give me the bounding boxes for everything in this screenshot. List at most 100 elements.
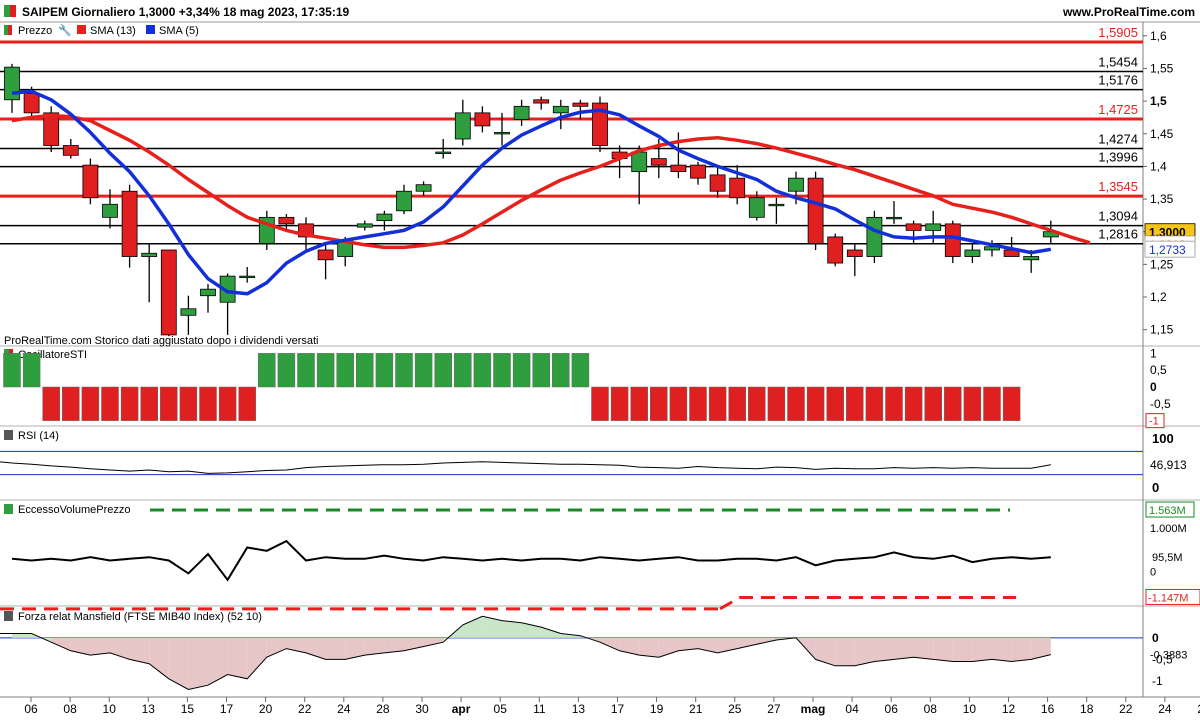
- sti-bar: [238, 386, 256, 421]
- volume-lower-line: [719, 595, 1016, 611]
- price-legend[interactable]: Prezzo 🔧 SMA (13) SMA (5): [4, 23, 199, 37]
- sti-bar: [748, 386, 766, 421]
- mansfield-area: [1031, 637, 1051, 660]
- candle-body: [886, 216, 902, 220]
- candle-body: [631, 151, 648, 173]
- candle-body: [180, 308, 197, 316]
- candle-body: [415, 184, 432, 192]
- x-tick-label: 27: [767, 702, 781, 716]
- sti-bar: [806, 386, 825, 421]
- sti-bar: [552, 353, 570, 388]
- volume-title: EccessoVolumePrezzo: [18, 504, 131, 516]
- sti-bar: [356, 353, 374, 388]
- candle-body: [572, 102, 589, 107]
- mansfield-area: [51, 637, 71, 651]
- sti-y-label: -0,5: [1150, 397, 1171, 411]
- sti-bar: [22, 353, 41, 388]
- candle-body: [690, 164, 706, 179]
- mansfield-area: [462, 616, 483, 638]
- y-tick-label: 1,6: [1150, 29, 1167, 43]
- mansfield-panel: Forza relat Mansfield (FTSE MIB40 Index)…: [0, 611, 1143, 691]
- x-tick-label: 18: [1080, 702, 1094, 716]
- sti-current-label: -1: [1149, 416, 1159, 428]
- chart-title: SAIPEM Giornaliero 1,3000 +3,34% 18 mag …: [22, 5, 350, 19]
- mansfield-area: [992, 637, 1012, 662]
- candle-body: [513, 105, 530, 120]
- sti-bar: [297, 353, 315, 388]
- x-tick-label: 10: [963, 702, 977, 716]
- level-label: 1,3996: [1098, 150, 1138, 165]
- volume-excess-panel: EccessoVolumePrezzo: [0, 504, 1051, 611]
- candle-body: [82, 164, 99, 199]
- volume-mid-label: 95,5M: [1152, 552, 1183, 564]
- x-tick-label: 17: [611, 702, 625, 716]
- candle-body: [435, 151, 452, 154]
- volume-lower-label: -1.147M: [1148, 592, 1188, 604]
- mansfield-area: [325, 637, 346, 660]
- x-tick-label: 20: [259, 702, 273, 716]
- candle-body: [905, 223, 922, 231]
- x-tick-label: 08: [924, 702, 938, 716]
- sti-bar: [42, 386, 60, 421]
- x-tick-label: 19: [650, 702, 664, 716]
- sti-bar: [473, 353, 492, 388]
- wrench-icon[interactable]: 🔧: [58, 23, 72, 37]
- y-tick-label: 1,4: [1150, 159, 1167, 173]
- sti-bar: [218, 386, 237, 421]
- x-tick-label: mag: [801, 702, 826, 716]
- site-label: www.ProRealTime.com: [1062, 5, 1195, 19]
- x-tick-label: 12: [1002, 702, 1016, 716]
- mansfield-title: Forza relat Mansfield (FTSE MIB40 Index)…: [18, 611, 262, 623]
- candle-body: [454, 112, 471, 140]
- candle-body: [200, 288, 216, 297]
- sti-bar: [630, 386, 648, 421]
- price-panel: 1,5905 1,5454 1,5176 1,4725 1,4274 1,3996 1,35…: [0, 25, 1143, 337]
- volume-zero-label: 0: [1150, 567, 1156, 579]
- sti-bar: [336, 353, 354, 388]
- candle-body: [866, 216, 883, 257]
- sti-panel: OscillatoreSTI: [3, 349, 1021, 421]
- sti-bar: [571, 353, 590, 388]
- sma5-current-label: 1,2733: [1149, 243, 1186, 257]
- candle-body: [944, 223, 961, 257]
- mansfield-area: [423, 637, 444, 647]
- sti-bar: [944, 386, 962, 421]
- mansfield-area: [737, 637, 757, 649]
- level-label: 1,5176: [1098, 73, 1138, 88]
- rsi-legend-icon: [4, 430, 13, 440]
- sti-bar: [414, 353, 433, 388]
- volume-line: [11, 539, 1051, 582]
- x-tick-label: 06: [885, 702, 899, 716]
- x-tick-label: 24: [1158, 702, 1172, 716]
- sma5-swatch: [146, 25, 155, 34]
- mansfield-area: [600, 637, 620, 651]
- legend-sma5: SMA (5): [159, 25, 199, 37]
- mansfield-area: [247, 637, 267, 679]
- x-tick-label: 30: [415, 702, 429, 716]
- sti-y-label: 0,5: [1150, 363, 1167, 377]
- legend-sma13: SMA (13): [90, 25, 136, 37]
- candle-body: [396, 190, 412, 212]
- candle-body: [23, 92, 40, 114]
- level-label: 1,3545: [1098, 179, 1138, 194]
- sti-bar: [983, 386, 1001, 421]
- x-tick-label: 22: [298, 702, 312, 716]
- sti-bar: [258, 353, 276, 388]
- mansfield-area: [502, 620, 522, 638]
- rsi-current-label: 46,913: [1150, 458, 1187, 472]
- candle-body: [62, 145, 79, 156]
- rsi-panel: RSI (14): [0, 430, 1143, 476]
- x-tick-label: 13: [572, 702, 586, 716]
- volume-upper-label: 1.563M: [1149, 505, 1186, 517]
- y-tick-label: 1,55: [1150, 61, 1174, 75]
- mansfield-area: [1011, 637, 1032, 662]
- mansfield-area: [227, 637, 248, 679]
- candle-body: [533, 99, 550, 104]
- sti-bar: [591, 386, 609, 421]
- candle-body: [964, 249, 981, 257]
- candle-body: [1023, 256, 1040, 261]
- candle-body: [4, 66, 20, 101]
- sti-bar: [3, 353, 21, 388]
- sti-bar: [81, 386, 100, 421]
- x-tick-label: 04: [845, 702, 859, 716]
